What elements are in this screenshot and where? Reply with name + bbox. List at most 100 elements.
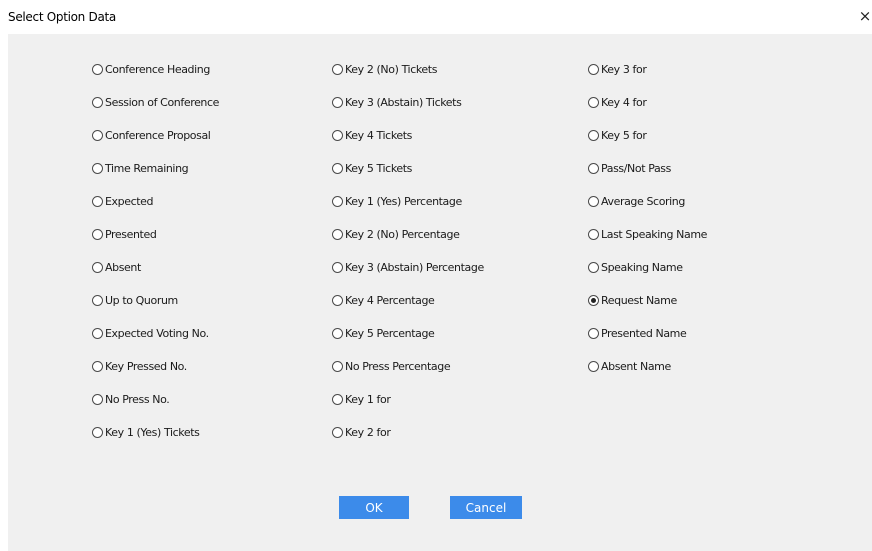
radio-option[interactable]: Key 5 Percentage bbox=[332, 325, 435, 341]
radio-button[interactable] bbox=[92, 426, 103, 438]
radio-button[interactable] bbox=[588, 261, 599, 273]
radio-option-label: Presented bbox=[105, 227, 157, 241]
radio-option[interactable]: Last Speaking Name bbox=[588, 226, 707, 242]
radio-button[interactable] bbox=[588, 327, 599, 339]
radio-option-label: No Press Percentage bbox=[345, 359, 451, 373]
radio-option[interactable]: Key 1 (Yes) Percentage bbox=[332, 193, 462, 209]
radio-option-label: Key 2 (No) Percentage bbox=[345, 227, 460, 241]
radio-option[interactable]: Key Pressed No. bbox=[92, 358, 187, 374]
radio-option-label: Key 2 for bbox=[345, 425, 391, 439]
radio-button[interactable] bbox=[332, 393, 343, 405]
radio-button[interactable] bbox=[92, 294, 103, 306]
radio-option[interactable]: Request Name bbox=[588, 292, 677, 308]
radio-option[interactable]: Key 1 (Yes) Tickets bbox=[92, 424, 200, 440]
radio-button[interactable] bbox=[332, 360, 343, 372]
radio-option-label: Session of Conference bbox=[105, 95, 220, 109]
radio-option[interactable]: Key 4 Percentage bbox=[332, 292, 435, 308]
radio-option[interactable]: Key 4 for bbox=[588, 94, 647, 110]
radio-button[interactable] bbox=[588, 162, 599, 174]
radio-button-checked[interactable] bbox=[588, 294, 599, 306]
radio-button[interactable] bbox=[92, 360, 103, 372]
radio-option-label: Key 5 Percentage bbox=[345, 326, 435, 340]
radio-option[interactable]: No Press No. bbox=[92, 391, 170, 407]
radio-option-label: Key 4 for bbox=[601, 95, 647, 109]
radio-option-label: Conference Heading bbox=[105, 62, 210, 76]
radio-button[interactable] bbox=[332, 228, 343, 240]
radio-option-label: Key 4 Tickets bbox=[345, 128, 413, 142]
radio-button[interactable] bbox=[332, 327, 343, 339]
radio-option-label: No Press No. bbox=[105, 392, 170, 406]
radio-option[interactable]: Absent bbox=[92, 259, 141, 275]
radio-option-label: Expected bbox=[105, 194, 154, 208]
radio-option[interactable]: Conference Proposal bbox=[92, 127, 211, 143]
radio-button[interactable] bbox=[588, 63, 599, 75]
radio-option-label: Key 1 for bbox=[345, 392, 391, 406]
cancel-button[interactable]: Cancel bbox=[450, 496, 522, 519]
radio-option[interactable]: Session of Conference bbox=[92, 94, 219, 110]
radio-button[interactable] bbox=[92, 162, 103, 174]
dialog-titlebar: Select Option Data × bbox=[0, 0, 872, 34]
radio-option[interactable]: Up to Quorum bbox=[92, 292, 178, 308]
radio-button[interactable] bbox=[92, 195, 103, 207]
radio-option-label: Key 4 Percentage bbox=[345, 293, 435, 307]
radio-button[interactable] bbox=[332, 294, 343, 306]
radio-option[interactable]: Speaking Name bbox=[588, 259, 683, 275]
radio-option-label: Key 2 (No) Tickets bbox=[345, 62, 438, 76]
radio-button[interactable] bbox=[588, 129, 599, 141]
radio-button[interactable] bbox=[92, 261, 103, 273]
radio-option[interactable]: Presented bbox=[92, 226, 157, 242]
radio-button[interactable] bbox=[92, 228, 103, 240]
radio-option-label: Key 3 (Abstain) Percentage bbox=[345, 260, 484, 274]
radio-option[interactable]: No Press Percentage bbox=[332, 358, 451, 374]
radio-option-label: Key 5 for bbox=[601, 128, 647, 142]
radio-option-label: Request Name bbox=[601, 293, 677, 307]
radio-button[interactable] bbox=[588, 195, 599, 207]
radio-button[interactable] bbox=[92, 96, 103, 108]
radio-button[interactable] bbox=[92, 63, 103, 75]
radio-button[interactable] bbox=[332, 96, 343, 108]
radio-button[interactable] bbox=[332, 63, 343, 75]
radio-option[interactable]: Presented Name bbox=[588, 325, 687, 341]
radio-option-label: Key 3 (Abstain) Tickets bbox=[345, 95, 462, 109]
ok-button[interactable]: OK bbox=[339, 496, 409, 519]
radio-button[interactable] bbox=[332, 162, 343, 174]
radio-option[interactable]: Expected Voting No. bbox=[92, 325, 209, 341]
radio-option-label: Key 1 (Yes) Tickets bbox=[105, 425, 200, 439]
radio-option[interactable]: Key 3 for bbox=[588, 61, 647, 77]
radio-option-label: Expected Voting No. bbox=[105, 326, 209, 340]
radio-button[interactable] bbox=[92, 129, 103, 141]
radio-option[interactable]: Average Scoring bbox=[588, 193, 685, 209]
radio-button[interactable] bbox=[92, 327, 103, 339]
radio-option-label: Average Scoring bbox=[601, 194, 685, 208]
radio-option-label: Speaking Name bbox=[601, 260, 683, 274]
radio-option[interactable]: Key 2 for bbox=[332, 424, 391, 440]
radio-button[interactable] bbox=[588, 228, 599, 240]
radio-button[interactable] bbox=[332, 195, 343, 207]
radio-button[interactable] bbox=[332, 261, 343, 273]
radio-option[interactable]: Key 4 Tickets bbox=[332, 127, 412, 143]
radio-button[interactable] bbox=[92, 393, 103, 405]
close-icon[interactable]: × bbox=[858, 7, 872, 25]
radio-option[interactable]: Key 2 (No) Tickets bbox=[332, 61, 437, 77]
radio-button[interactable] bbox=[332, 426, 343, 438]
radio-option[interactable]: Key 1 for bbox=[332, 391, 391, 407]
radio-option-label: Key Pressed No. bbox=[105, 359, 187, 373]
radio-option[interactable]: Expected bbox=[92, 193, 154, 209]
radio-button[interactable] bbox=[588, 96, 599, 108]
radio-option-label: Absent Name bbox=[601, 359, 671, 373]
radio-option[interactable]: Key 3 (Abstain) Tickets bbox=[332, 94, 462, 110]
radio-button[interactable] bbox=[588, 360, 599, 372]
radio-option[interactable]: Absent Name bbox=[588, 358, 671, 374]
radio-option-label: Key 5 Tickets bbox=[345, 161, 413, 175]
radio-option[interactable]: Key 5 for bbox=[588, 127, 647, 143]
radio-option[interactable]: Key 2 (No) Percentage bbox=[332, 226, 460, 242]
radio-option[interactable]: Time Remaining bbox=[92, 160, 189, 176]
radio-option-label: Conference Proposal bbox=[105, 128, 211, 142]
radio-option[interactable]: Key 3 (Abstain) Percentage bbox=[332, 259, 484, 275]
radio-option[interactable]: Pass/Not Pass bbox=[588, 160, 671, 176]
radio-option-label: Key 1 (Yes) Percentage bbox=[345, 194, 462, 208]
dialog-title: Select Option Data bbox=[8, 10, 116, 24]
radio-button[interactable] bbox=[332, 129, 343, 141]
radio-option[interactable]: Key 5 Tickets bbox=[332, 160, 412, 176]
radio-option[interactable]: Conference Heading bbox=[92, 61, 210, 77]
